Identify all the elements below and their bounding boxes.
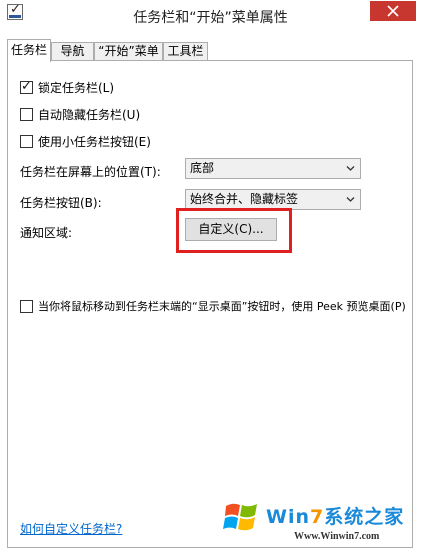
tab-start-menu[interactable]: “开始”菜单 xyxy=(94,42,163,61)
tab-navigation[interactable]: 导航 xyxy=(51,42,94,61)
close-icon xyxy=(387,5,399,17)
windows-logo xyxy=(223,503,257,531)
tab-toolbars[interactable]: 工具栏 xyxy=(163,42,208,61)
tab-taskbar[interactable]: 任务栏 xyxy=(7,39,51,62)
auto-hide-option[interactable]: 自动隐藏任务栏(U) xyxy=(20,106,140,123)
location-select[interactable]: 底部 xyxy=(185,158,361,179)
small-buttons-label: 使用小任务栏按钮(E) xyxy=(38,135,151,149)
chevron-down-icon xyxy=(346,197,355,202)
buttons-setting-select[interactable]: 始终合并、隐藏标签 xyxy=(185,189,361,210)
small-buttons-checkbox[interactable] xyxy=(20,135,33,148)
peek-checkbox[interactable] xyxy=(20,299,33,313)
title-bar: ✓ 任务栏和“开始”菜单属性 xyxy=(0,0,421,31)
close-button[interactable] xyxy=(370,1,416,21)
lock-taskbar-option[interactable]: ✓ 锁定任务栏(L) xyxy=(20,79,114,96)
location-value: 底部 xyxy=(190,161,215,175)
lock-taskbar-checkbox[interactable]: ✓ xyxy=(20,79,33,94)
peek-label: 当你将鼠标移动到任务栏末端的“显示桌面”按钮时，使用 Peek 预览桌面(P) xyxy=(38,300,406,313)
watermark: Win7系统之家 Www.Winwin7.com xyxy=(222,497,421,553)
help-link[interactable]: 如何自定义任务栏? xyxy=(20,520,122,537)
auto-hide-checkbox[interactable] xyxy=(20,108,33,121)
buttons-setting-value: 始终合并、隐藏标签 xyxy=(190,192,299,206)
window-title: 任务栏和“开始”菜单属性 xyxy=(133,10,288,26)
customize-button[interactable]: 自定义(C)... xyxy=(185,218,277,241)
location-label: 任务栏在屏幕上的位置(T): xyxy=(20,165,161,179)
watermark-brand: Win7系统之家 xyxy=(266,506,405,528)
chevron-down-icon xyxy=(346,166,355,171)
small-buttons-option[interactable]: 使用小任务栏按钮(E) xyxy=(20,133,151,150)
checkbox-check-icon: ✓ xyxy=(21,79,32,94)
notification-area-label: 通知区域: xyxy=(20,226,73,240)
buttons-setting-label: 任务栏按钮(B): xyxy=(20,196,102,210)
watermark-url: Www.Winwin7.com xyxy=(294,531,380,542)
lock-taskbar-label: 锁定任务栏(L) xyxy=(38,81,115,95)
peek-option[interactable]: 当你将鼠标移动到任务栏末端的“显示桌面”按钮时，使用 Peek 预览桌面(P) xyxy=(20,298,406,314)
auto-hide-label: 自动隐藏任务栏(U) xyxy=(38,108,141,122)
